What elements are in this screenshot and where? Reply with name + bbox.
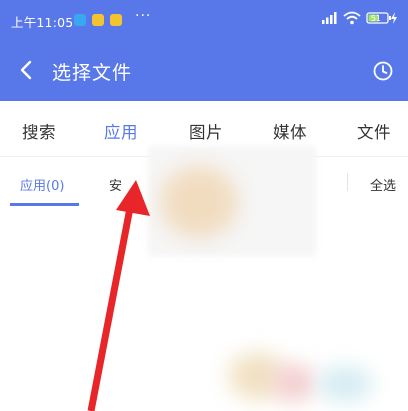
blurred-content [272, 364, 316, 402]
app-bar: 选择文件 [0, 38, 408, 101]
notification-app-icon [74, 14, 86, 26]
tab-apps[interactable]: 应用 [104, 119, 138, 143]
status-bar: 上午11:05 ··· 51 [0, 0, 408, 38]
select-all-button[interactable]: 全选 [370, 175, 396, 194]
back-icon [20, 60, 32, 80]
page-title: 选择文件 [52, 62, 133, 84]
notification-app-icon [92, 14, 104, 26]
blurred-content [160, 166, 238, 238]
wifi-icon [343, 11, 361, 25]
signal-icon [321, 12, 337, 24]
blurred-content [318, 366, 372, 402]
status-time: 上午11:05 [11, 15, 74, 30]
tab-search[interactable]: 搜索 [22, 119, 56, 143]
status-indicators: 51 [321, 11, 398, 25]
history-button[interactable] [372, 60, 394, 82]
tab-files[interactable]: 文件 [357, 119, 391, 143]
sub-tab-apps[interactable]: 应用(0) [20, 175, 64, 194]
sub-tab-installed[interactable]: 安 [109, 175, 122, 194]
more-notifications-indicator: ··· [135, 8, 152, 24]
tab-images[interactable]: 图片 [189, 119, 223, 143]
back-button[interactable] [14, 57, 38, 83]
history-icon [373, 61, 393, 81]
tab-media[interactable]: 媒体 [273, 119, 307, 143]
charging-icon [391, 12, 397, 24]
battery-level: 51 [370, 13, 381, 23]
notification-app-icon [110, 14, 122, 26]
divider [347, 173, 348, 191]
